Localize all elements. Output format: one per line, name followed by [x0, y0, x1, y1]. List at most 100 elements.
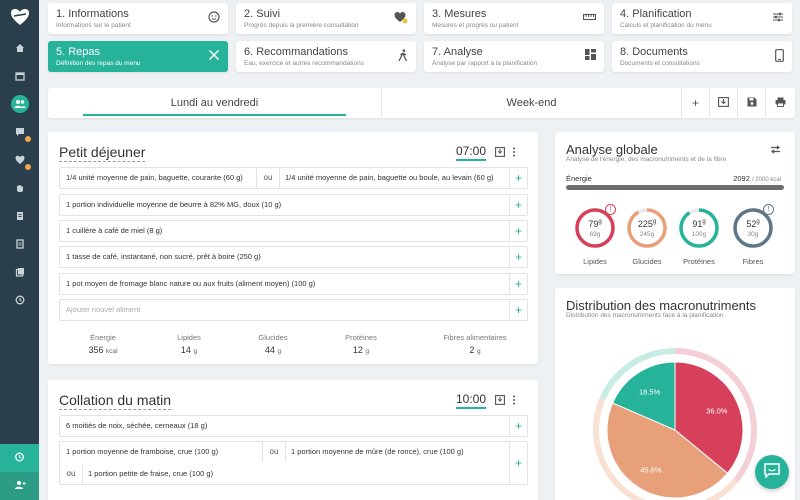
- food-row: 1/4 unité moyenne de pain, baguette, cou…: [59, 167, 528, 189]
- meal-time[interactable]: 10:00: [455, 392, 486, 409]
- food-row: 1 tasse de café, instantané, non sucré, …: [59, 246, 528, 268]
- gauge-protéines: 91g 100g Protéines: [678, 207, 720, 266]
- food-item-alternative[interactable]: 1 portion petite de fraise, crue (100 g): [82, 464, 213, 484]
- alternative-label: ou: [263, 173, 273, 182]
- food-item[interactable]: 1 tasse de café, instantané, non sucré, …: [60, 247, 261, 267]
- gauge-value: 52g: [732, 219, 774, 229]
- more-menu-icon[interactable]: [512, 147, 522, 157]
- sidebar-health[interactable]: [0, 146, 39, 174]
- total-unit: g: [277, 348, 282, 355]
- sidebar-patients[interactable]: [0, 90, 39, 118]
- energy-value: 2092 / 2000 kcal: [733, 174, 781, 183]
- calendar-icon: [11, 67, 29, 85]
- add-alternative-button[interactable]: +: [509, 221, 527, 241]
- total-value: 14: [180, 345, 191, 355]
- add-alternative-button[interactable]: +: [509, 195, 527, 215]
- import-icon[interactable]: [495, 395, 505, 405]
- food-item-alternative[interactable]: 1 portion moyenne de mûre (de ronce), cr…: [285, 442, 464, 462]
- sidebar-alarm[interactable]: [0, 444, 39, 472]
- total-label: Protéines: [345, 333, 377, 342]
- food-item[interactable]: 1 pot moyen de fromage blanc nature ou a…: [60, 274, 315, 294]
- sidebar-history[interactable]: [0, 286, 39, 314]
- alternative-label: ou: [269, 447, 279, 456]
- notification-dot: [25, 136, 31, 142]
- face-icon: [208, 11, 220, 26]
- total-unit: kcal: [105, 348, 118, 355]
- food-item-alternative[interactable]: 1/4 unité moyenne de pain, baguette ou b…: [279, 168, 494, 188]
- day-tabs: Lundi au vendredi Week-end +: [48, 88, 795, 118]
- print-button[interactable]: [765, 88, 795, 118]
- total-unit: g: [365, 348, 370, 355]
- gauge-unit: g: [598, 219, 602, 225]
- step-suivi[interactable]: 2. Suivi Progrès depuis la première cons…: [236, 3, 416, 34]
- alternative-label: ou: [66, 469, 76, 478]
- save-button[interactable]: [737, 88, 765, 118]
- step-planification[interactable]: 4. Planification Calculs et planificatio…: [612, 3, 792, 34]
- walk-icon: [398, 49, 408, 65]
- document-icon: [11, 235, 29, 253]
- add-food-input[interactable]: Ajouter nouvel aliment: [60, 300, 140, 320]
- step-repas[interactable]: 5. Repas Définition des repas du menu: [48, 41, 228, 72]
- import-icon[interactable]: [495, 147, 505, 157]
- meal-time[interactable]: 07:00: [455, 144, 486, 161]
- food-item[interactable]: 1/4 unité moyenne de pain, baguette, cou…: [60, 168, 243, 188]
- step-subtitle: Définition des repas du menu: [56, 60, 141, 67]
- gauge-target: 69g: [589, 231, 601, 238]
- gauge-number: 79: [588, 219, 599, 229]
- gauge-value: 225g: [626, 219, 668, 229]
- meal-title[interactable]: Petit déjeuner: [59, 144, 146, 162]
- total-fibres: Fibres alimentaires 2 g: [420, 333, 530, 355]
- total-proteines: Protéines 12 g: [316, 333, 406, 355]
- tab-weekdays[interactable]: Lundi au vendredi: [48, 88, 381, 118]
- total-label: Fibres alimentaires: [443, 333, 507, 342]
- total-energie: Énergie 356 kcal: [58, 333, 148, 355]
- add-alternative-button[interactable]: +: [509, 274, 527, 294]
- import-icon: [718, 96, 729, 110]
- gauge-target: 30g: [747, 231, 759, 238]
- sidebar-documents[interactable]: [0, 230, 39, 258]
- total-value: 44: [264, 345, 275, 355]
- add-alternative-button[interactable]: +: [509, 247, 527, 267]
- notification-dot: [25, 164, 31, 170]
- total-value: 2: [469, 345, 475, 355]
- food-item[interactable]: 1 portion individuelle moyenne de beurre…: [60, 195, 281, 215]
- food-item[interactable]: 1 cuillère à café de miel (8 g): [60, 221, 162, 241]
- add-alternative-button[interactable]: +: [509, 442, 527, 484]
- more-menu-icon[interactable]: [512, 395, 522, 405]
- sidebar-library[interactable]: [0, 258, 39, 286]
- step-documents[interactable]: 8. Documents Documents et consultations: [612, 41, 792, 72]
- step-analyse[interactable]: 7. Analyse Analyse par rapport à la plan…: [424, 41, 604, 72]
- add-food-button[interactable]: +: [509, 300, 527, 320]
- total-lipides: Lipides 14 g: [144, 333, 234, 355]
- step-subtitle: Documents et consultations: [620, 60, 700, 67]
- total-value: 12: [352, 345, 363, 355]
- total-label: Lipides: [177, 333, 201, 342]
- step-mesures[interactable]: 3. Mesures Mesures et progrès ou patient: [424, 3, 604, 34]
- sidebar-home[interactable]: [0, 34, 39, 62]
- add-alternative-button[interactable]: +: [509, 168, 527, 188]
- step-informations[interactable]: 1. Informations Informations sur le pati…: [48, 3, 228, 34]
- meal-title[interactable]: Collation du matin: [59, 392, 172, 410]
- step-subtitle: Informations sur le patient: [56, 22, 131, 29]
- import-button[interactable]: [709, 88, 737, 118]
- sidebar-clipboard[interactable]: [0, 202, 39, 230]
- save-icon: [747, 96, 757, 110]
- food-item[interactable]: 1 portion moyenne de framboise, crue (10…: [60, 442, 218, 462]
- app-logo[interactable]: [0, 0, 39, 34]
- alert-icon: !: [763, 204, 774, 215]
- gauge-number: 91: [692, 219, 703, 229]
- gauge-target: 100g: [691, 231, 707, 238]
- sidebar-hand[interactable]: [0, 174, 39, 202]
- tab-weekend[interactable]: Week-end: [381, 88, 681, 118]
- food-item[interactable]: 6 moitiés de noix, séchée, cerneaux (18 …: [60, 416, 207, 436]
- sidebar-messages[interactable]: [0, 118, 39, 146]
- sidebar-add-user[interactable]: [0, 472, 39, 500]
- step-recommandations[interactable]: 6. Recommandations Eau, exercice et autr…: [236, 41, 416, 72]
- add-alternative-button[interactable]: +: [509, 416, 527, 436]
- users-icon: [10, 95, 29, 113]
- sidebar-calendar[interactable]: [0, 62, 39, 90]
- add-day-button[interactable]: +: [681, 88, 709, 118]
- chat-button[interactable]: [755, 455, 789, 489]
- pie-label-glucides: 45.6%: [640, 465, 662, 474]
- swap-icon[interactable]: [770, 145, 781, 157]
